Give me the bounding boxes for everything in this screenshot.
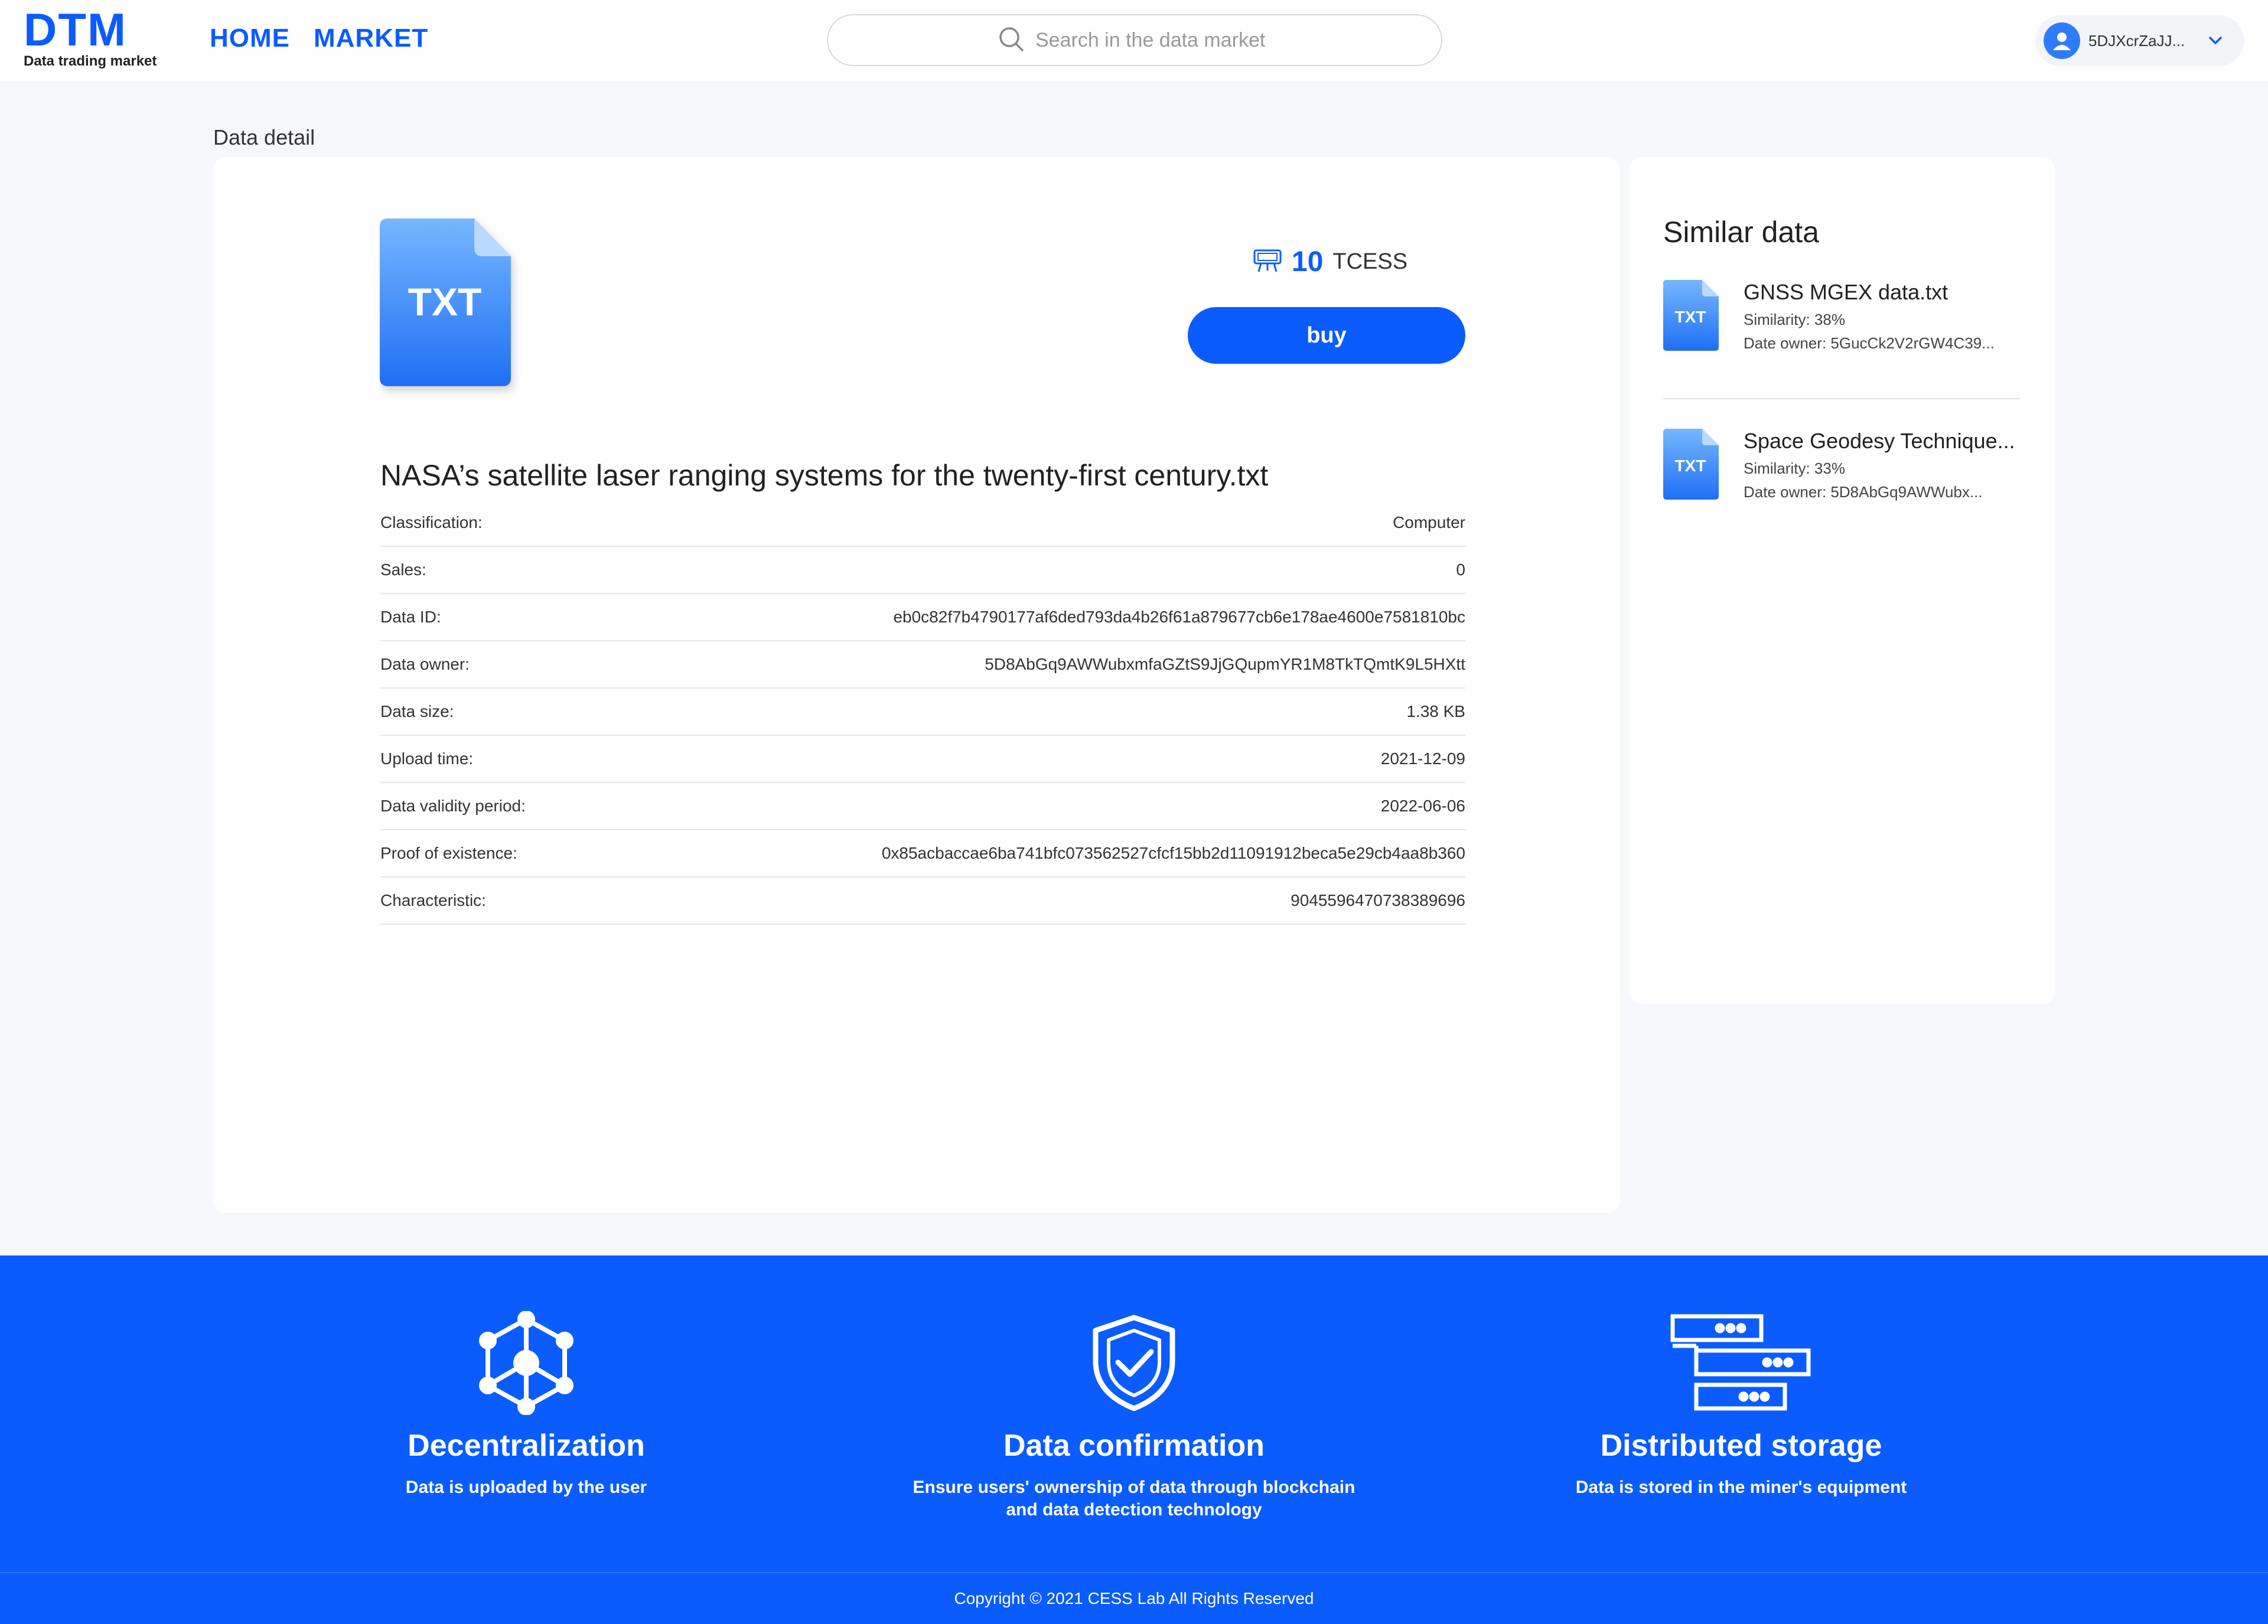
txt-file-icon: TXT (1663, 279, 1722, 357)
detail-row-validity-period: Data validity period: 2022-06-06 (380, 783, 1465, 830)
details-table: Classification: Computer Sales: 0 Data I… (380, 500, 1465, 925)
detail-value: 1.38 KB (1406, 702, 1465, 720)
similar-data-card: Similar data TXT GNSS MGEX data.txt Simi… (1629, 157, 2055, 1004)
page-title: Data detail (213, 125, 315, 149)
user-avatar-icon (2044, 22, 2080, 59)
feature-description: Data is stored in the miner's equipment (1575, 1478, 1907, 1497)
detail-label: Data owner: (380, 655, 470, 673)
similar-item-similarity: Similarity: 38% (1744, 311, 1845, 328)
price-unit: TCESS (1332, 249, 1408, 274)
main-nav: HOME MARKET (210, 24, 428, 53)
detail-label: Data ID: (380, 608, 441, 626)
server-stack-icon (1475, 1310, 2007, 1416)
copyright-text: Copyright © 2021 CESS Lab All Rights Res… (954, 1589, 1314, 1607)
detail-row-data-id: Data ID: eb0c82f7b4790177af6ded793da4b26… (380, 594, 1465, 641)
feature-title: Decentralization (408, 1429, 645, 1463)
price-block: 10 TCESS (1253, 246, 1548, 278)
feature-title: Data confirmation (1003, 1429, 1265, 1463)
footer: Copyright © 2021 CESS Lab All Rights Res… (0, 1572, 2268, 1624)
data-detail-card: TXT 10 TCESS buy NASA’s satellite laser … (213, 157, 1620, 1213)
chevron-down-icon[interactable] (2207, 32, 2224, 53)
detail-label: Sales: (380, 560, 426, 579)
user-name: 5DJXcrZaJJ... (2088, 31, 2185, 50)
price-value: 10 (1292, 246, 1324, 278)
detail-label: Data validity period: (380, 797, 526, 815)
logo[interactable]: DTM Data trading market (24, 4, 157, 71)
detail-row-data-owner: Data owner: 5D8AbGq9AWWubxmfaGZtS9JjGQup… (380, 641, 1465, 689)
detail-label: Classification: (380, 513, 483, 531)
feature-description: Data is uploaded by the user (405, 1478, 647, 1497)
feature-data-confirmation: Data confirmation Ensure users' ownershi… (868, 1310, 1400, 1521)
file-type-label: TXT (408, 280, 482, 324)
feature-distributed-storage: Distributed storage Data is stored in th… (1475, 1310, 2007, 1499)
token-icon (1253, 247, 1282, 277)
buy-button[interactable]: buy (1188, 307, 1465, 364)
detail-row-sales: Sales: 0 (380, 547, 1465, 594)
top-header: DTM Data trading market HOME MARKET 5DJX… (0, 0, 2268, 81)
detail-row-data-size: Data size: 1.38 KB (380, 689, 1465, 736)
detail-value: 0x85acbaccae6ba741bfc073562527cfcf15bb2d… (881, 844, 1465, 862)
similar-item-name[interactable]: Space Geodesy Technique... (1744, 429, 2020, 454)
txt-file-icon: TXT (1663, 428, 1722, 506)
detail-value: Computer (1393, 513, 1465, 531)
feature-description: Ensure users' ownership of data through … (913, 1478, 1355, 1519)
detail-value: 9045596470738389696 (1291, 891, 1465, 909)
user-menu[interactable]: 5DJXcrZaJJ... (2035, 15, 2244, 66)
cube-network-icon (260, 1310, 792, 1416)
search-icon (998, 25, 1025, 56)
detail-label: Data size: (380, 702, 454, 720)
search-input[interactable] (1035, 28, 1272, 52)
similar-item[interactable]: TXT Space Geodesy Technique... Similarit… (1663, 428, 2020, 534)
file-type-label: TXT (1675, 456, 1706, 475)
detail-value: 0 (1456, 560, 1465, 579)
detail-row-characteristic: Characteristic: 9045596470738389696 (380, 878, 1465, 925)
detail-row-upload-time: Upload time: 2021-12-09 (380, 736, 1465, 783)
feature-title: Distributed storage (1600, 1429, 1882, 1463)
divider (1663, 398, 2020, 399)
detail-value: eb0c82f7b4790177af6ded793da4b26f61a87967… (893, 608, 1465, 626)
similar-data-title: Similar data (1663, 216, 1819, 249)
shield-check-icon (868, 1310, 1400, 1416)
similar-item-similarity: Similarity: 33% (1744, 459, 1845, 477)
file-type-label: TXT (1675, 308, 1706, 326)
similar-item-name[interactable]: GNSS MGEX data.txt (1744, 280, 2020, 305)
detail-label: Proof of existence: (380, 844, 517, 862)
detail-value: 5D8AbGq9AWWubxmfaGZtS9JjGQupmYR1M8TkTQmt… (985, 655, 1465, 673)
logo-mark: DTM (24, 4, 127, 56)
similar-item-owner: Date owner: 5D8AbGq9AWWubx... (1744, 483, 1983, 501)
similar-item-owner: Date owner: 5GucCk2V2rGW4C39... (1744, 334, 1995, 352)
logo-subtitle: Data trading market (24, 53, 157, 69)
file-name: NASA’s satellite laser ranging systems f… (380, 459, 1269, 492)
detail-value: 2021-12-09 (1380, 749, 1465, 768)
detail-value: 2022-06-06 (1380, 797, 1465, 815)
nav-home-link[interactable]: HOME (210, 24, 290, 53)
search-bar[interactable] (827, 14, 1442, 66)
detail-label: Characteristic: (380, 891, 486, 909)
nav-market-link[interactable]: MARKET (314, 24, 428, 53)
detail-label: Upload time: (380, 749, 474, 768)
detail-row-proof-of-existence: Proof of existence: 0x85acbaccae6ba741bf… (380, 830, 1465, 878)
features-band: Decentralization Data is uploaded by the… (0, 1255, 2268, 1572)
txt-file-icon: TXT (380, 215, 522, 401)
similar-item[interactable]: TXT GNSS MGEX data.txt Similarity: 38% D… (1663, 279, 2020, 385)
detail-row-classification: Classification: Computer (380, 500, 1465, 547)
feature-decentralization: Decentralization Data is uploaded by the… (260, 1310, 792, 1499)
